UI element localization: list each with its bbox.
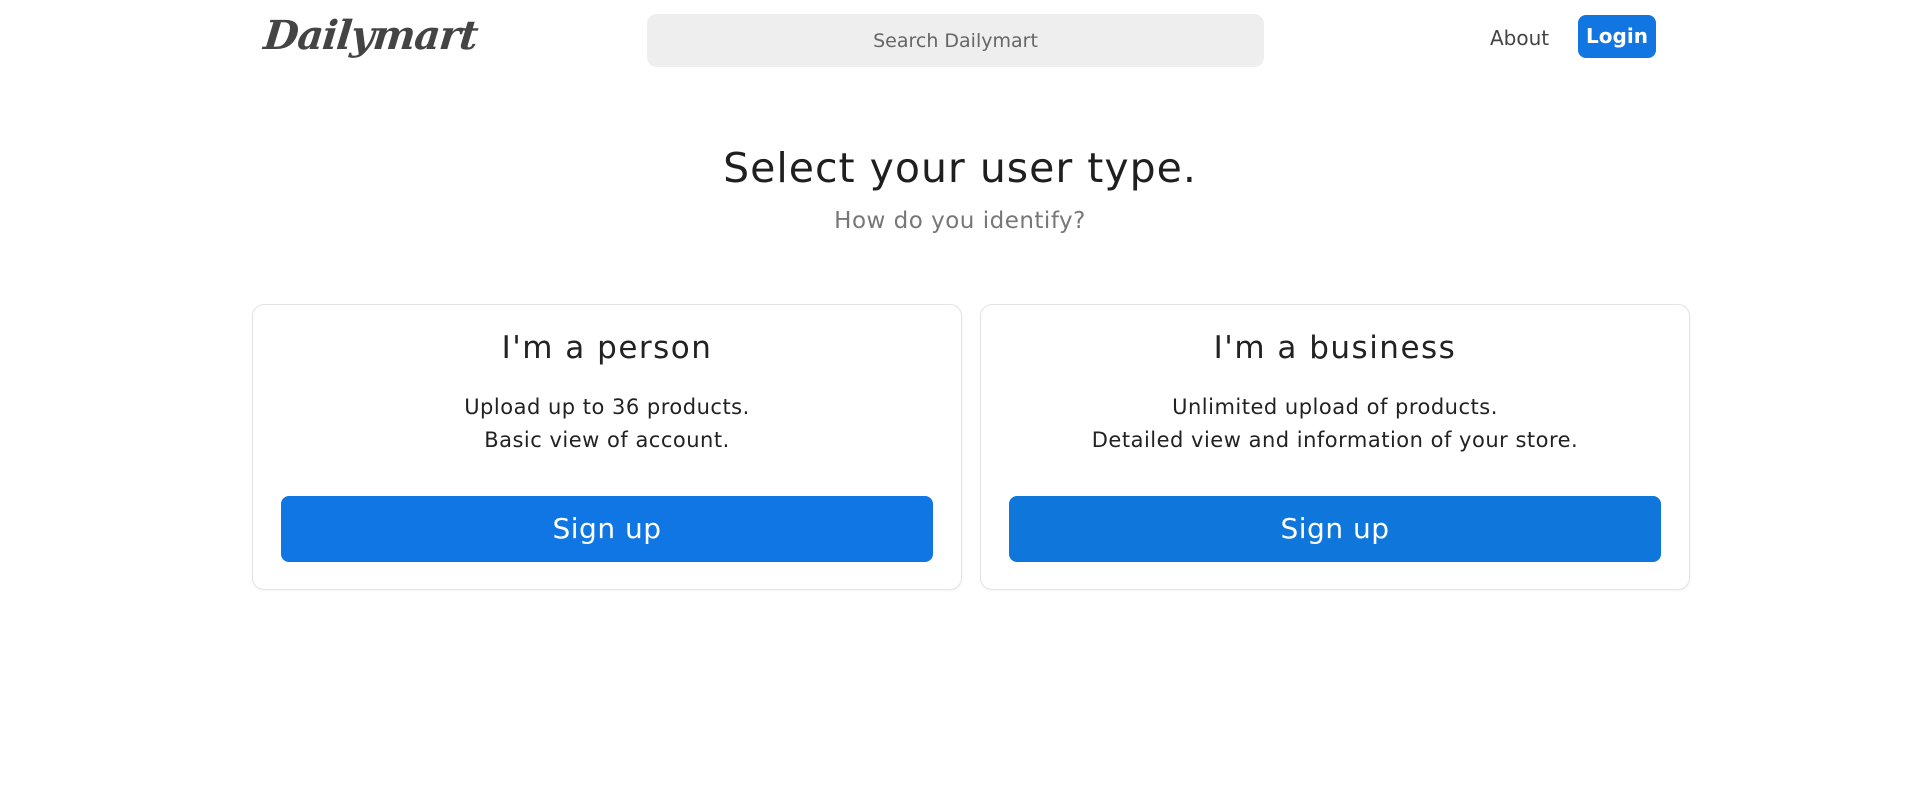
business-card: I'm a business Unlimited upload of produ… (980, 304, 1690, 590)
business-signup-button[interactable]: Sign up (1009, 496, 1661, 562)
login-button[interactable]: Login (1578, 15, 1656, 58)
page-title: Select your user type. (723, 144, 1197, 192)
person-card: I'm a person Upload up to 36 products. B… (252, 304, 962, 590)
person-card-description: Upload up to 36 products. Basic view of … (253, 391, 961, 457)
about-link[interactable]: About (1490, 24, 1549, 52)
dailymart-logo[interactable]: Dailymart (261, 10, 480, 62)
business-card-description: Unlimited upload of products. Detailed v… (981, 391, 1689, 457)
business-card-line-1: Unlimited upload of products. (1172, 395, 1498, 419)
person-card-title: I'm a person (501, 330, 713, 366)
business-card-line-2: Detailed view and information of your st… (1091, 428, 1579, 452)
person-signup-button[interactable]: Sign up (281, 496, 933, 562)
page-subtitle: How do you identify? (834, 208, 1086, 234)
person-card-line-1: Upload up to 36 products. (464, 395, 750, 419)
top-navbar: Dailymart About Login (0, 0, 1920, 80)
search-input[interactable] (647, 14, 1264, 67)
business-card-title: I'm a business (1213, 330, 1457, 366)
person-card-line-2: Basic view of account. (484, 428, 730, 452)
